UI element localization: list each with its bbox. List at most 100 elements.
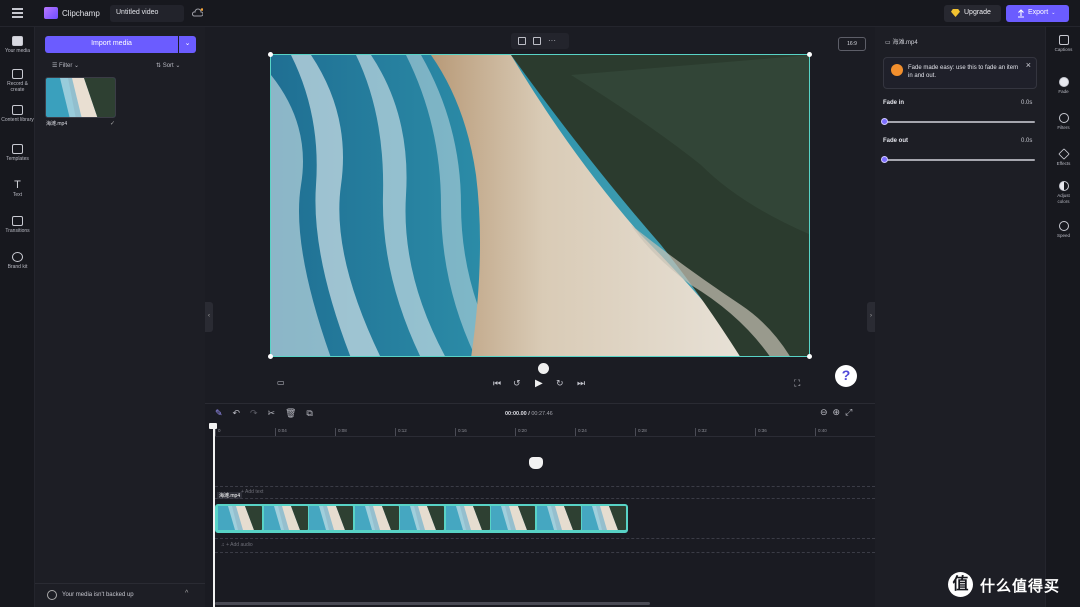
filters-icon [1058, 113, 1069, 123]
undo-icon[interactable]: ↶ [233, 408, 241, 419]
resize-handle-tr[interactable] [807, 52, 812, 57]
fit-icon[interactable] [533, 37, 541, 45]
tip-emoji-icon [891, 64, 903, 76]
fade-in-label: Fade in [883, 100, 905, 106]
filter-button[interactable]: ☰ Filter ⌄ [52, 62, 79, 69]
clip-frame [263, 506, 308, 530]
nav-content-library[interactable]: Content library [0, 105, 35, 123]
time-ruler[interactable]: 0 0:04 0:08 0:12 0:16 0:20 0:24 0:28 0:3… [215, 427, 875, 437]
cloud-sync-icon[interactable] [192, 8, 203, 18]
sort-button[interactable]: ⇅ Sort ⌄ [156, 62, 180, 69]
transitions-icon [12, 216, 23, 226]
ruler-tick: 0:24 [575, 428, 587, 436]
resize-handle-tl[interactable] [268, 52, 273, 57]
media-file-name: 海滩.mp4 [46, 121, 68, 127]
tool-adjust-colors[interactable]: Adjust colors [1046, 181, 1080, 204]
more-icon[interactable]: ··· [548, 36, 556, 45]
nav-label: Content library [1, 117, 34, 123]
add-audio-hint[interactable]: ♫ + Add audio [221, 542, 253, 548]
tool-label: Adjust colors [1057, 193, 1070, 204]
timecode: 00:00.00 / 00:27.46 [505, 411, 553, 417]
nav-templates[interactable]: Templates [0, 144, 35, 162]
fade-in-slider[interactable] [881, 118, 1035, 125]
delete-icon[interactable]: 🗑 [285, 408, 296, 419]
selected-file-name: ▭ 海滩.mp4 [885, 40, 918, 46]
skip-forward-icon[interactable]: ⏭ [577, 378, 585, 389]
export-button[interactable]: Export ⌄ [1006, 5, 1069, 22]
nav-text[interactable]: T Text [0, 179, 35, 199]
watermark-text: 什么值得买 [980, 578, 1061, 595]
import-options-button[interactable]: ⌄ [179, 36, 196, 53]
upgrade-label: Upgrade [964, 9, 991, 16]
tool-speed[interactable]: Speed [1046, 221, 1080, 239]
upgrade-button[interactable]: Upgrade [944, 5, 1001, 22]
tool-filters[interactable]: Filters [1046, 113, 1080, 131]
slider-knob[interactable] [881, 156, 888, 163]
video-title-input[interactable]: Untitled video [110, 5, 184, 22]
ruler-tick: 0:08 [335, 428, 347, 436]
aspect-ratio-button[interactable]: 16:9 [838, 37, 866, 51]
right-tool-rail: Captions Fade Filters Effects Adjust col… [1045, 27, 1080, 607]
duplicate-icon[interactable]: ⧉ [306, 408, 312, 419]
tool-fade[interactable]: Fade [1046, 77, 1080, 95]
magic-icon[interactable]: ✎ [215, 408, 223, 419]
beach-thumbnail-image [46, 78, 115, 117]
fullscreen-icon[interactable]: ⛶ [794, 378, 800, 389]
rewind-5s-icon[interactable]: ↺ [513, 378, 521, 389]
nav-your-media[interactable]: Your media [0, 36, 35, 54]
video-preview[interactable] [270, 54, 810, 357]
collapse-left-panel[interactable]: ‹ [205, 302, 213, 332]
timeline: ✎ ↶ ↷ ✂ 🗑 ⧉ 00:00.00 / 00:27.46 ⊖⊕⤢ 0 0:… [205, 403, 875, 607]
fade-out-value: 0.0s [1021, 138, 1033, 144]
backup-status[interactable]: Your media isn't backed up ^ [35, 583, 205, 607]
resize-handle-bl[interactable] [268, 354, 273, 359]
chevron-up-icon: ^ [185, 590, 189, 597]
total-time: 00:27.46 [531, 411, 553, 417]
nav-record-create[interactable]: Record & create [0, 69, 35, 93]
skip-back-icon[interactable]: ⏮ [493, 378, 501, 389]
clip-frame [309, 506, 353, 530]
zoom-in-icon[interactable]: ⊕ [833, 407, 846, 417]
tool-label: Effects [1056, 161, 1071, 166]
slider-knob[interactable] [881, 118, 888, 125]
timeline-scrollbar[interactable] [215, 602, 650, 605]
media-thumbnail[interactable] [45, 77, 116, 118]
tool-effects[interactable]: Effects [1046, 148, 1080, 167]
text-icon: T [14, 179, 21, 191]
nav-transitions[interactable]: Transitions [0, 216, 35, 234]
collapse-right-panel[interactable]: › [867, 302, 875, 332]
tool-captions[interactable]: Captions [1046, 35, 1080, 53]
forward-5s-icon[interactable]: ↻ [556, 378, 564, 389]
play-icon[interactable]: ▶ [535, 378, 543, 389]
split-icon[interactable]: ✂ [268, 408, 276, 419]
rotate-handle[interactable] [538, 363, 549, 374]
preview-stage: ··· 16:9 ▭ ⏮ ↺ ▶ ↻ ⏭ ⛶ ? [205, 27, 875, 403]
close-icon[interactable]: × [1026, 61, 1031, 70]
fit-timeline-icon[interactable]: ⤢ [845, 407, 857, 417]
menu-icon[interactable] [12, 8, 23, 18]
ruler-tick: 0:28 [635, 428, 647, 436]
zoom-out-icon[interactable]: ⊖ [820, 407, 833, 417]
caption-toggle-icon[interactable]: ▭ [277, 378, 285, 387]
clip-frame [445, 506, 490, 530]
resize-handle-br[interactable] [807, 354, 812, 359]
playhead[interactable] [213, 424, 215, 607]
fade-out-slider[interactable] [881, 156, 1035, 163]
redo-icon[interactable]: ↷ [250, 408, 258, 419]
audio-lane[interactable] [215, 538, 875, 539]
drag-hand-icon [529, 457, 543, 469]
timeline-toolbar: ✎ ↶ ↷ ✂ 🗑 ⧉ [215, 408, 321, 419]
nav-brand-kit[interactable]: Brand kit [0, 252, 35, 270]
media-panel: Import media ⌄ ☰ Filter ⌄ ⇅ Sort ⌄ 海滩.mp… [35, 27, 205, 607]
add-text-hint[interactable]: + Add text [241, 489, 263, 495]
help-button[interactable]: ? [835, 365, 857, 387]
check-icon: ✓ [110, 121, 116, 127]
fade-in-value: 0.0s [1021, 100, 1033, 106]
crop-icon[interactable] [518, 37, 526, 45]
ruler-tick: 0:36 [755, 428, 767, 436]
clip-frame [536, 506, 581, 530]
import-media-button[interactable]: Import media [45, 36, 178, 53]
text-lane[interactable] [215, 486, 875, 487]
clip-frame [491, 506, 535, 530]
video-clip[interactable] [215, 504, 628, 533]
